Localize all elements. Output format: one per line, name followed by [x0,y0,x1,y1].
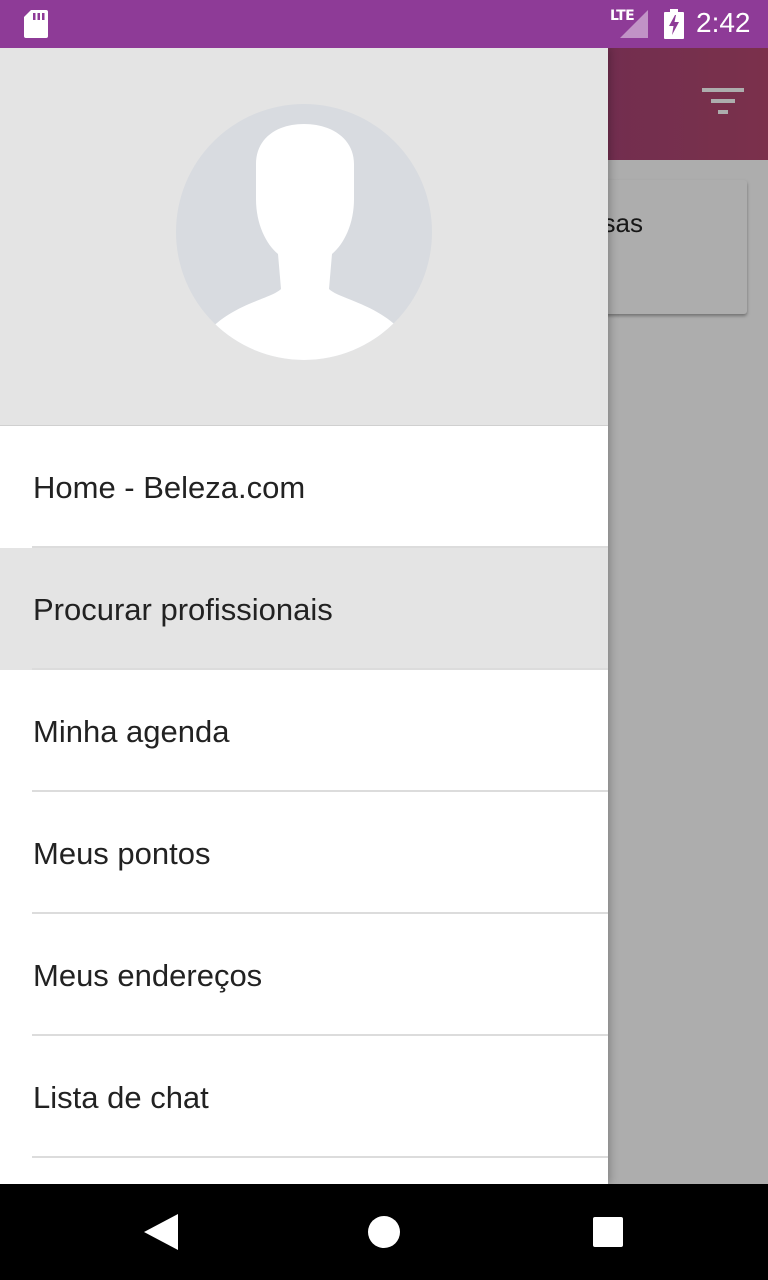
clock: 2:42 [696,7,751,38]
network-type-label: LTE [610,8,635,24]
user-avatar-placeholder-icon[interactable] [176,104,432,360]
menu-item-label: Meus endereços [33,958,263,993]
back-icon[interactable] [144,1214,178,1250]
divider [32,1156,608,1158]
sd-card-icon [24,10,48,38]
home-icon[interactable] [368,1216,400,1248]
menu-item-label: Home - Beleza.com [33,470,306,505]
menu-item-label: Lista de chat [33,1080,209,1115]
menu-item-lista-de-chat[interactable]: Lista de chat [0,1036,608,1158]
drawer-menu: Home - Beleza.com Procurar profissionais… [0,426,608,1158]
menu-item-home[interactable]: Home - Beleza.com [0,426,608,548]
menu-item-label: Minha agenda [33,714,230,749]
drawer-header [0,48,608,426]
menu-item-label: Meus pontos [33,836,211,871]
menu-item-meus-enderecos[interactable]: Meus endereços [0,914,608,1036]
menu-item-meus-pontos[interactable]: Meus pontos [0,792,608,914]
navigation-drawer: Home - Beleza.com Procurar profissionais… [0,48,608,1184]
status-bar: LTE 2:42 [0,0,768,48]
system-nav-bar [0,1184,768,1280]
menu-item-procurar-profissionais[interactable]: Procurar profissionais [0,548,608,670]
menu-item-label: Procurar profissionais [33,592,333,627]
menu-item-minha-agenda[interactable]: Minha agenda [0,670,608,792]
recent-apps-icon[interactable] [593,1217,623,1247]
battery-charging-icon [664,9,684,39]
